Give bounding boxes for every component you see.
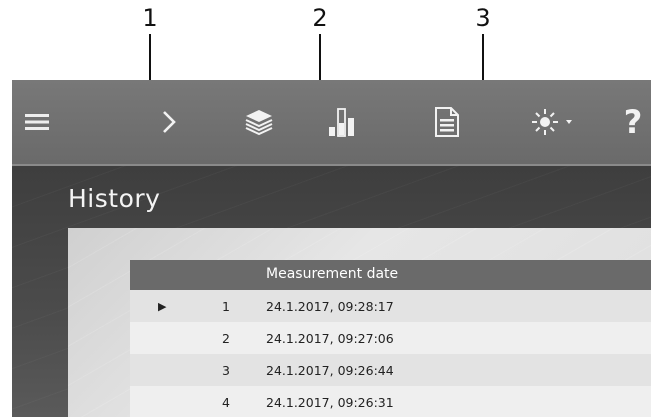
table-header: Measurement date <box>130 260 651 290</box>
document-icon[interactable] <box>432 100 462 144</box>
page-title: History <box>68 184 161 213</box>
menu-icon[interactable] <box>22 100 52 144</box>
row-date: 24.1.2017, 09:26:31 <box>266 395 394 410</box>
callout-number: 3 <box>475 4 491 32</box>
row-index: 1 <box>222 299 230 314</box>
layers-icon[interactable] <box>242 100 276 144</box>
row-index: 4 <box>222 395 230 410</box>
brightness-icon[interactable] <box>528 100 578 144</box>
content-area: History Measurement date ▶ 1 24.1.2017, … <box>12 166 651 417</box>
row-index: 2 <box>222 331 230 346</box>
table-row[interactable]: 4 24.1.2017, 09:26:31 <box>130 386 651 417</box>
bar-chart-icon[interactable] <box>325 100 359 144</box>
column-header-measurement-date: Measurement date <box>266 266 399 282</box>
table-row[interactable]: 2 24.1.2017, 09:27:06 <box>130 322 651 354</box>
history-table: Measurement date ▶ 1 24.1.2017, 09:28:17… <box>130 260 651 417</box>
row-date: 24.1.2017, 09:26:44 <box>266 363 394 378</box>
callout-number: 1 <box>142 4 158 32</box>
table-row[interactable]: 3 24.1.2017, 09:26:44 <box>130 354 651 386</box>
app-window: ? History Measurement date ▶ 1 24.1.2017… <box>12 80 651 417</box>
help-label: ? <box>623 103 643 141</box>
row-index: 3 <box>222 363 230 378</box>
history-panel: Measurement date ▶ 1 24.1.2017, 09:28:17… <box>68 228 651 417</box>
chevron-right-icon[interactable] <box>156 100 182 144</box>
callout-number: 2 <box>312 4 328 32</box>
help-icon[interactable]: ? <box>618 100 648 144</box>
row-date: 24.1.2017, 09:28:17 <box>266 299 394 314</box>
row-date: 24.1.2017, 09:27:06 <box>266 331 394 346</box>
selected-row-marker-icon: ▶ <box>158 300 167 313</box>
table-row[interactable]: ▶ 1 24.1.2017, 09:28:17 <box>130 290 651 322</box>
toolbar: ? <box>12 80 651 166</box>
